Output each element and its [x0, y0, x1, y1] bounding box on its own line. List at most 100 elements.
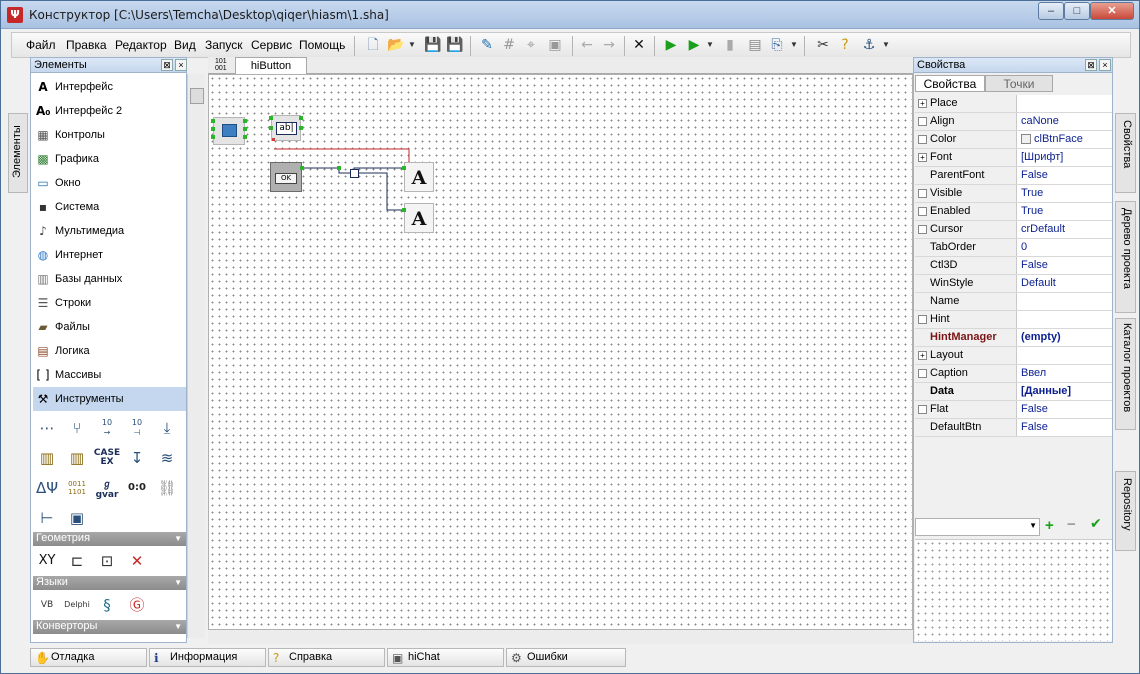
xy-icon[interactable]: XY — [33, 548, 61, 574]
run-icon[interactable]: ▶ — [662, 36, 680, 54]
property-row[interactable]: Cursor crDefault — [915, 221, 1112, 239]
element-group-interface[interactable]: A Интерфейс — [33, 75, 186, 99]
align-grid-icon[interactable]: ⌖ — [522, 36, 540, 54]
button-component[interactable]: OK — [270, 162, 302, 192]
element-group-logic[interactable]: ▤ Логика — [33, 339, 186, 363]
element-group-graphics[interactable]: ▩ Графика — [33, 147, 186, 171]
memory-icon[interactable]: ▥ — [33, 445, 61, 471]
bottom-tab-errors[interactable]: ⚙ Ошибки — [506, 648, 626, 667]
settings-tools-icon[interactable]: ✂ — [814, 36, 832, 54]
redo-icon[interactable]: → — [600, 36, 618, 54]
expand-icon[interactable]: + — [918, 153, 927, 162]
element-group-window[interactable]: ▭ Окно — [33, 171, 186, 195]
element-group-arrays[interactable]: [ ] Массивы — [33, 363, 186, 387]
property-value[interactable]: caNone — [1018, 113, 1112, 130]
element-group-system[interactable]: ▪ Система — [33, 195, 186, 219]
property-row[interactable]: HintManager (empty) — [915, 329, 1112, 347]
side-tab-project-tree[interactable]: Дерево проекта — [1115, 201, 1136, 313]
property-row[interactable]: Enabled True — [915, 203, 1112, 221]
form-component[interactable] — [213, 117, 245, 145]
property-row[interactable]: Caption Ввел — [915, 365, 1112, 383]
element-group-controls[interactable]: ▦ Контролы — [33, 123, 186, 147]
property-row[interactable]: Name — [915, 293, 1112, 311]
property-value[interactable]: [Шрифт] — [1018, 149, 1112, 166]
property-row[interactable]: DefaultBtn False — [915, 419, 1112, 437]
property-value[interactable]: [Данные] — [1018, 383, 1112, 400]
menu-view[interactable]: Вид — [174, 38, 196, 52]
remove-icon[interactable]: − — [1067, 516, 1076, 533]
export-icon[interactable]: ⎘ — [768, 36, 786, 54]
side-tab-properties[interactable]: Свойства — [1115, 113, 1136, 193]
property-value[interactable]: True — [1018, 185, 1112, 202]
hub-junction[interactable] — [350, 169, 359, 178]
bottom-tab-information[interactable]: ℹ Информация — [149, 648, 266, 667]
property-value[interactable] — [1018, 347, 1112, 364]
vb-icon[interactable]: VB — [33, 592, 61, 618]
property-value[interactable]: Default — [1018, 275, 1112, 292]
group-converters[interactable]: Конверторы ▼ — [33, 620, 186, 634]
export-dropdown-icon[interactable]: ▼ — [790, 36, 798, 54]
g-icon[interactable]: Ⓖ — [123, 592, 151, 618]
property-row[interactable]: Ctl3D False — [915, 257, 1112, 275]
gvar-icon[interactable]: ℊ gvar — [93, 475, 121, 501]
delphi-icon[interactable]: Delphi — [63, 592, 91, 618]
property-value[interactable] — [1018, 95, 1112, 112]
side-tab-elements[interactable]: Элементы — [8, 113, 28, 193]
tab-points[interactable]: Точки — [985, 75, 1053, 92]
bounds-icon[interactable]: ▣ — [546, 36, 564, 54]
menu-service[interactable]: Сервис — [251, 38, 292, 52]
property-value[interactable]: crDefault — [1018, 221, 1112, 238]
property-value[interactable]: (empty) — [1018, 329, 1112, 346]
close-window-button[interactable]: ✕ — [1090, 2, 1134, 20]
minimize-button[interactable]: – — [1038, 2, 1064, 20]
element-group-internet[interactable]: ◍ Интернет — [33, 243, 186, 267]
property-value[interactable]: False — [1018, 419, 1112, 436]
property-row[interactable]: Visible True — [915, 185, 1112, 203]
tree-icon[interactable]: ⊢ — [33, 505, 61, 531]
element-group-multimedia[interactable]: ♪ Мультимедиа — [33, 219, 186, 243]
open-folder-icon[interactable]: 📂 — [387, 36, 405, 54]
grid-icon[interactable]: # — [500, 36, 518, 54]
save-all-icon[interactable]: 💾 — [446, 36, 464, 54]
canvas-scrollbar[interactable] — [208, 630, 913, 644]
new-file-icon[interactable]: 🗋 — [364, 36, 382, 54]
panel-undock-icon[interactable]: ⊠ — [1085, 59, 1097, 71]
scrollbar-thumb[interactable] — [190, 88, 204, 104]
property-value[interactable]: True — [1018, 203, 1112, 220]
property-value[interactable] — [1018, 293, 1112, 310]
property-row[interactable]: + Font [Шрифт] — [915, 149, 1112, 167]
property-row[interactable]: + Place — [915, 95, 1112, 113]
delete-icon[interactable]: ✕ — [630, 36, 648, 54]
property-value[interactable]: 0 — [1018, 239, 1112, 256]
message-component-a2[interactable]: A — [404, 203, 434, 233]
elements-scrollbar[interactable] — [187, 74, 205, 638]
memory-2-icon[interactable]: ▥ — [63, 445, 91, 471]
property-checkbox[interactable] — [918, 135, 927, 144]
delta-psi-icon[interactable]: ΔΨ — [33, 475, 61, 501]
property-row[interactable]: Align caNone — [915, 113, 1112, 131]
property-row[interactable]: Hint — [915, 311, 1112, 329]
stack-icon[interactable]: ≋ — [153, 445, 181, 471]
design-canvas[interactable]: ab| OK A A — [208, 74, 913, 630]
element-group-files[interactable]: ▰ Файлы — [33, 315, 186, 339]
arrow-down-line-icon[interactable]: ↧ — [123, 445, 151, 471]
tab-properties[interactable]: Свойства — [915, 75, 985, 92]
hub-icon[interactable]: ⋯ — [33, 415, 61, 441]
element-group-tools[interactable]: ⚒ Инструменты — [33, 387, 186, 411]
stop-icon[interactable]: ▮ — [721, 36, 739, 54]
xy-cross-icon[interactable]: ✕ — [123, 548, 151, 574]
property-row[interactable]: Flat False — [915, 401, 1112, 419]
side-tab-repository[interactable]: Repository — [1115, 471, 1136, 551]
menu-editor[interactable]: Редактор — [115, 38, 167, 52]
screen-icon[interactable]: ▣ — [63, 505, 91, 531]
property-row[interactable]: ParentFont False — [915, 167, 1112, 185]
open-dropdown-icon[interactable]: ▼ — [408, 36, 416, 54]
edit-component[interactable]: ab| — [271, 115, 301, 141]
property-value[interactable]: False — [1018, 401, 1112, 418]
property-checkbox[interactable] — [918, 315, 927, 324]
property-checkbox[interactable] — [918, 189, 927, 198]
anchor-dropdown-icon[interactable]: ▼ — [882, 36, 890, 54]
counter-2-icon[interactable]: 10 ⊣ — [123, 415, 151, 441]
counter-icon[interactable]: 10 → — [93, 415, 121, 441]
undo-icon[interactable]: ← — [578, 36, 596, 54]
